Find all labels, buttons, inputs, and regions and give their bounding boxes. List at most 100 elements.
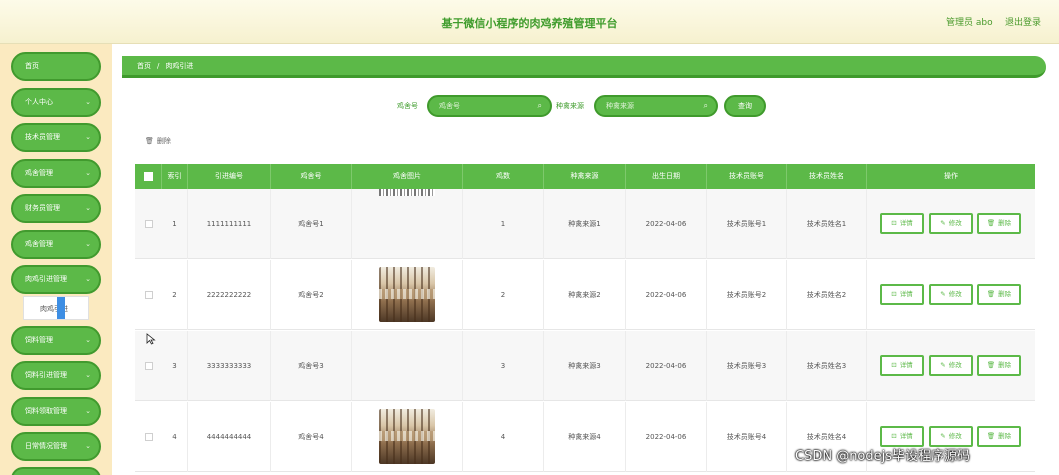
- sidebar-item-label: 饲料领取管理: [25, 407, 67, 415]
- delete-button[interactable]: 🗑 删除: [977, 355, 1021, 376]
- detail-button-label: 详情: [899, 290, 913, 298]
- sidebar-item-feed-collect-management[interactable]: 饲料领取管理 ⌄: [11, 397, 101, 426]
- cell-count: 4: [463, 402, 544, 472]
- detail-button[interactable]: ⊡ 详情: [880, 426, 924, 447]
- chevron-down-icon: ⌄: [85, 275, 91, 283]
- chevron-down-icon: ⌄: [85, 98, 91, 106]
- chevron-down-icon: ⌄: [85, 204, 91, 212]
- edit-button[interactable]: ✎ 修改: [929, 426, 973, 447]
- mouse-cursor-icon: [146, 333, 156, 345]
- sidebar-item-coop-management[interactable]: 鸡舍管理 ⌄: [11, 159, 101, 188]
- cell-index: 2: [162, 260, 188, 330]
- select-all-checkbox[interactable]: [144, 172, 153, 181]
- delete-button[interactable]: 🗑 删除: [977, 213, 1021, 234]
- row-checkbox[interactable]: [145, 220, 153, 228]
- row-checkbox[interactable]: [145, 362, 153, 370]
- cell-image: [352, 189, 463, 259]
- trash-icon: 🗑: [986, 361, 996, 369]
- cell-code: 1111111111: [188, 189, 271, 259]
- source-search-placeholder: 种禽来源: [606, 102, 634, 110]
- delete-button-label: 删除: [998, 432, 1012, 440]
- header-count: 鸡数: [463, 164, 544, 189]
- row-checkbox[interactable]: [145, 433, 153, 441]
- cell-count: 3: [463, 331, 544, 401]
- chevron-down-icon: ⌄: [85, 336, 91, 344]
- search-icon: ⌕: [537, 101, 542, 110]
- chevron-down-icon: ⌄: [85, 240, 91, 248]
- sidebar-item-finance-management[interactable]: 财务员管理 ⌄: [11, 194, 101, 223]
- coop-photo-cropped: [379, 189, 435, 196]
- current-user: 管理员 abo: [946, 18, 993, 28]
- header-coop: 鸡舍号: [271, 164, 352, 189]
- cell-image: [352, 331, 463, 401]
- edit-button[interactable]: ✎ 修改: [929, 355, 973, 376]
- sidebar-item-label: 首页: [25, 62, 39, 70]
- header-actions: 操作: [944, 172, 958, 180]
- trash-icon: 🗑: [986, 290, 996, 298]
- header-code: 引进编号: [188, 164, 271, 189]
- detail-button-label: 详情: [899, 361, 913, 369]
- cell-code: 4444444444: [188, 402, 271, 472]
- sidebar-subitem-chicken-intro[interactable]: 肉鸡引进: [23, 296, 89, 320]
- sidebar-item-label: 技术员管理: [25, 133, 60, 141]
- sidebar-item-feed-management[interactable]: 饲料管理 ⌄: [11, 326, 101, 355]
- source-search-input[interactable]: 种禽来源 ⌕: [594, 95, 718, 117]
- cell-count: 1: [463, 189, 544, 259]
- sidebar-item-daily-management[interactable]: 日常情况管理 ⌄: [11, 432, 101, 461]
- header-image: 鸡舍图片: [352, 164, 463, 189]
- edit-icon: ✎: [940, 290, 946, 298]
- cell-tech-name: 技术员姓名1: [787, 189, 867, 259]
- trash-icon: 🗑: [986, 432, 996, 440]
- query-button[interactable]: 查询: [724, 95, 766, 117]
- delete-button-label: 删除: [998, 219, 1012, 227]
- cell-code: 2222222222: [188, 260, 271, 330]
- detail-icon: ⊡: [891, 219, 897, 227]
- sidebar-item-label: 鸡舍管理: [25, 169, 53, 177]
- cell-index: 1: [162, 189, 188, 259]
- table-header: 索引 引进编号 鸡舍号 鸡舍图片 鸡数 种禽来源 出生日期 技术员账号 技术员姓…: [135, 164, 1035, 189]
- breadcrumb-current: 肉鸡引进: [165, 62, 194, 70]
- cell-birth: 2022-04-06: [626, 189, 707, 259]
- delete-button[interactable]: 🗑 删除: [977, 426, 1021, 447]
- trash-icon: 🗑: [986, 219, 996, 227]
- cell-code: 3333333333: [188, 331, 271, 401]
- sidebar-item-chicken-intro-management[interactable]: 肉鸡引进管理 ⌄: [11, 265, 101, 294]
- top-header: 基于微信小程序的肉鸡养殖管理平台 管理员 abo 退出登录: [0, 0, 1059, 44]
- breadcrumb-home[interactable]: 首页: [137, 62, 151, 70]
- coop-search-input[interactable]: 鸡舍号 ⌕: [427, 95, 552, 117]
- detail-button-label: 详情: [899, 219, 913, 227]
- sidebar-item-label: 个人中心: [25, 98, 53, 106]
- edit-icon: ✎: [940, 432, 946, 440]
- sidebar-item-label: 饲料引进管理: [25, 371, 67, 379]
- detail-button[interactable]: ⊡ 详情: [880, 284, 924, 305]
- cell-tech-name: 技术员姓名3: [787, 331, 867, 401]
- header-tech-name: 技术员姓名: [787, 164, 867, 189]
- edit-button[interactable]: ✎ 修改: [929, 284, 973, 305]
- delete-button-label: 删除: [998, 361, 1012, 369]
- sidebar-item-partial[interactable]: [11, 467, 101, 475]
- chevron-down-icon: ⌄: [85, 371, 91, 379]
- sidebar-item-personal-center[interactable]: 个人中心 ⌄: [11, 88, 101, 117]
- logout-link[interactable]: 退出登录: [1005, 15, 1041, 28]
- sidebar-item-coop-management-2[interactable]: 鸡舍管理 ⌄: [11, 230, 101, 259]
- header-tech-account: 技术员账号: [707, 164, 787, 189]
- header-source: 种禽来源: [544, 164, 626, 189]
- breadcrumb: 首页 / 肉鸡引进: [122, 56, 1046, 78]
- bulk-delete-button[interactable]: 🗑 删除: [145, 136, 171, 146]
- detail-button[interactable]: ⊡ 详情: [880, 355, 924, 376]
- table-row: 2 2222222222 鸡舍号2 2 种禽来源2 2022-04-06 技术员账号2 技术员…: [135, 260, 1035, 330]
- sidebar-item-home[interactable]: 首页: [11, 52, 101, 81]
- cell-image: [352, 402, 463, 472]
- cell-coop: 鸡舍号2: [271, 260, 352, 330]
- row-checkbox[interactable]: [145, 291, 153, 299]
- cell-tech-account: 技术员账号2: [707, 260, 787, 330]
- header-birth: 出生日期: [626, 164, 707, 189]
- detail-button[interactable]: ⊡ 详情: [880, 213, 924, 234]
- delete-button[interactable]: 🗑 删除: [977, 284, 1021, 305]
- edit-button[interactable]: ✎ 修改: [929, 213, 973, 234]
- header-index: 索引: [162, 164, 188, 189]
- sidebar-item-technician-management[interactable]: 技术员管理 ⌄: [11, 123, 101, 152]
- sidebar-item-feed-intro-management[interactable]: 饲料引进管理 ⌄: [11, 361, 101, 390]
- trash-icon: 🗑: [145, 137, 154, 145]
- edit-button-label: 修改: [948, 290, 962, 298]
